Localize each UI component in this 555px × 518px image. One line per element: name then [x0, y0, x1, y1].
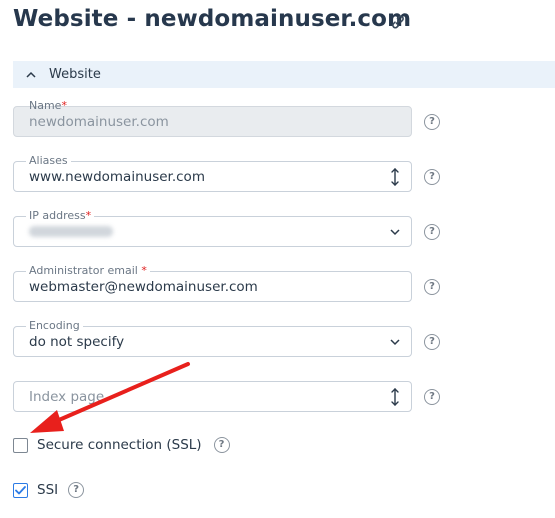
ssl-option[interactable]: Secure connection (SSL) ? [13, 437, 230, 453]
chevron-up-icon[interactable] [13, 61, 49, 88]
name-field: Name* newdomainuser.com [13, 99, 412, 137]
website-section-header[interactable]: Website [13, 61, 555, 88]
index-page-help-icon[interactable]: ? [424, 389, 440, 405]
resize-vertical-icon[interactable] [387, 166, 403, 188]
aliases-field[interactable]: Aliases www.newdomainuser.com [13, 154, 412, 192]
link-icon[interactable] [386, 11, 410, 33]
chevron-down-icon[interactable] [387, 331, 403, 353]
chevron-down-icon[interactable] [387, 221, 403, 243]
ssi-option[interactable]: SSI ? [13, 482, 85, 498]
ssl-help-icon[interactable]: ? [213, 437, 230, 453]
page-title: Website - newdomainuser.com [13, 6, 412, 32]
ip-address-label: IP address* [26, 209, 95, 223]
index-page-field[interactable]: Index page [13, 381, 412, 412]
ssi-label[interactable]: SSI [37, 482, 58, 498]
name-help-icon[interactable]: ? [424, 114, 440, 130]
encoding-help-icon[interactable]: ? [424, 334, 440, 350]
name-label: Name* [29, 99, 67, 112]
admin-email-field[interactable]: Administrator email * webmaster@newdomai… [13, 264, 412, 302]
ip-address-help-icon[interactable]: ? [424, 224, 440, 240]
section-title: Website [49, 67, 101, 82]
admin-email-help-icon[interactable]: ? [424, 279, 440, 295]
encoding-value: do not specify [29, 334, 125, 350]
ssi-checkbox[interactable] [13, 482, 28, 498]
ssl-checkbox[interactable] [13, 437, 28, 453]
aliases-value: www.newdomainuser.com [29, 169, 205, 185]
aliases-label: Aliases [26, 154, 71, 168]
aliases-help-icon[interactable]: ? [424, 169, 440, 185]
ssl-label[interactable]: Secure connection (SSL) [37, 437, 202, 453]
ip-address-value-obscured [29, 226, 113, 237]
encoding-label: Encoding [26, 319, 83, 333]
admin-email-label: Administrator email * [26, 264, 150, 278]
index-page-placeholder: Index page [29, 389, 105, 405]
admin-email-value: webmaster@newdomainuser.com [29, 279, 258, 295]
ssi-help-icon[interactable]: ? [68, 482, 85, 498]
ip-address-select[interactable]: IP address* [13, 209, 412, 247]
resize-vertical-icon[interactable] [387, 386, 403, 408]
name-value: newdomainuser.com [29, 114, 169, 130]
checkmark-icon [15, 485, 26, 494]
encoding-select[interactable]: Encoding do not specify [13, 319, 412, 357]
